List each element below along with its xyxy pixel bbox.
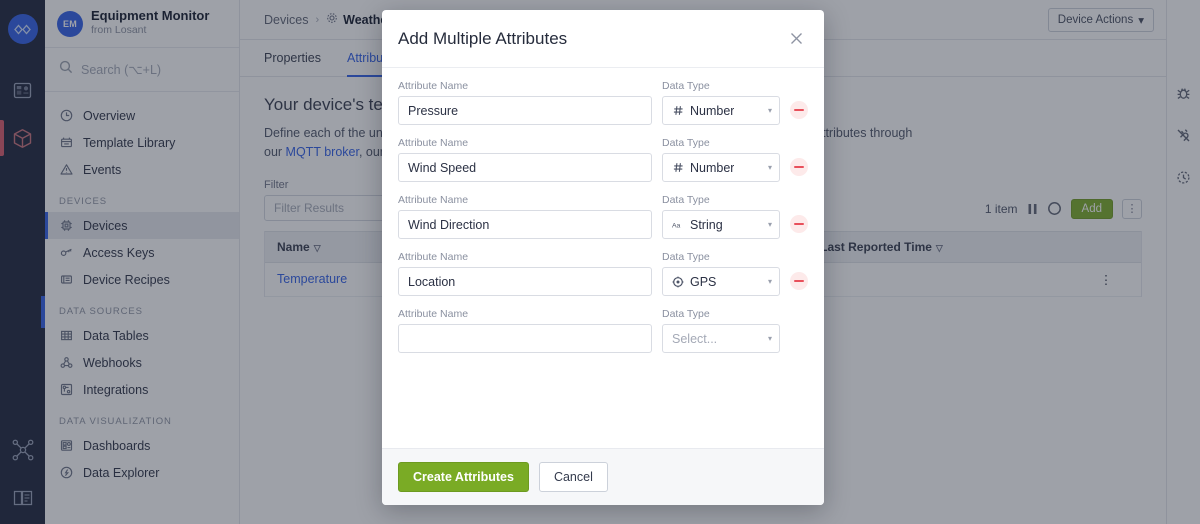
attribute-row: Attribute Name Wind Direction Data Type Aa S… [398,194,808,239]
crosshair-icon [672,276,684,288]
data-type-label: Data Type [662,308,710,320]
attribute-name-label: Attribute Name [398,137,469,149]
chevron-down-icon: ▾ [767,277,772,286]
data-type-field: Data Type Select... ▾ [662,308,780,353]
attribute-name-label: Attribute Name [398,308,469,320]
data-type-select[interactable]: Number ▾ [662,96,780,125]
data-type-select[interactable]: Select... ▾ [662,324,780,353]
attribute-row: Attribute Name Location Data Type GPS ▾ [398,251,808,296]
data-type-select[interactable]: GPS ▾ [662,267,780,296]
attribute-name-field: Attribute Name Pressure [398,80,652,125]
modal-footer: Create Attributes Cancel [382,448,824,505]
data-type-value: Select... [672,331,718,346]
minus-circle-icon[interactable] [790,101,808,119]
svg-text:Aa: Aa [672,222,681,229]
create-attributes-button[interactable]: Create Attributes [398,462,529,492]
chevron-down-icon: ▾ [767,220,772,229]
modal-title: Add Multiple Attributes [398,28,568,48]
data-type-label: Data Type [662,137,710,149]
data-type-value: Number [690,103,735,118]
app-root: EM Equipment Monitor from Losant Search … [0,0,1200,524]
attribute-name-field: Attribute Name Location [398,251,652,296]
chevron-down-icon: ▾ [767,106,772,115]
attribute-name-input[interactable]: Wind Speed [398,153,652,182]
attribute-name-input[interactable]: Location [398,267,652,296]
attribute-name-field: Attribute Name [398,308,652,353]
modal-body: Attribute Name Pressure Data Type Number ▾ At… [382,68,824,448]
hash-icon [672,162,684,173]
data-type-value: String [690,217,723,232]
attribute-row: Attribute Name Wind Speed Data Type Number ▾ [398,137,808,182]
attribute-name-field: Attribute Name Wind Direction [398,194,652,239]
minus-circle-icon[interactable] [790,272,808,290]
data-type-label: Data Type [662,251,710,263]
chevron-down-icon: ▾ [767,163,772,172]
chevron-down-icon: ▾ [767,334,772,343]
minus-circle-icon[interactable] [790,215,808,233]
add-multiple-attributes-modal: Add Multiple Attributes Attribute Name Pr… [382,10,824,505]
modal-header: Add Multiple Attributes [382,10,824,68]
attribute-row: Attribute Name Data Type Select... ▾ [398,308,808,353]
attribute-name-label: Attribute Name [398,80,469,92]
attribute-name-input[interactable]: Pressure [398,96,652,125]
cancel-button[interactable]: Cancel [538,462,608,492]
data-type-select[interactable]: Number ▾ [662,153,780,182]
data-type-select[interactable]: Aa String ▾ [662,210,780,239]
attribute-name-label: Attribute Name [398,251,469,263]
data-type-field: Data Type Number ▾ [662,137,780,182]
data-type-field: Data Type Aa String ▾ [662,194,780,239]
data-type-label: Data Type [662,194,710,206]
data-type-field: Data Type GPS ▾ [662,251,780,296]
aa-text-icon: Aa [672,220,684,229]
data-type-value: Number [690,160,735,175]
data-type-label: Data Type [662,80,710,92]
minus-circle-icon[interactable] [790,158,808,176]
close-icon[interactable] [785,27,808,50]
attribute-name-label: Attribute Name [398,194,469,206]
attribute-name-field: Attribute Name Wind Speed [398,137,652,182]
attribute-row: Attribute Name Pressure Data Type Number ▾ [398,80,808,125]
attribute-name-input[interactable] [398,324,652,353]
hash-icon [672,105,684,116]
data-type-value: GPS [690,274,717,289]
attribute-name-input[interactable]: Wind Direction [398,210,652,239]
data-type-field: Data Type Number ▾ [662,80,780,125]
